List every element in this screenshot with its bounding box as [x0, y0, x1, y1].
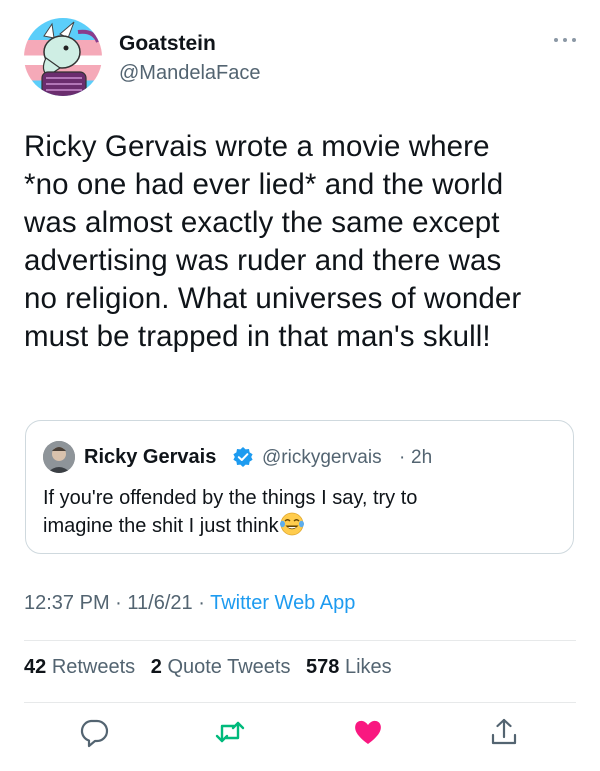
tweet-text-line: must be trapped in that man's skull!: [24, 320, 491, 353]
quoted-text-line: If you're offended by the things I say, …: [43, 487, 418, 509]
tweet-text-line: Ricky Gervais wrote a movie where: [24, 130, 490, 163]
quoted-text-line: imagine the shit I just think: [43, 515, 279, 537]
likes-count: 578: [306, 656, 340, 678]
likes-label: Likes: [344, 656, 392, 678]
separator-dot: ·: [399, 447, 406, 468]
face-with-tears-of-joy-icon: [279, 512, 305, 536]
quoted-author-avatar[interactable]: [43, 441, 75, 473]
divider: [24, 640, 576, 641]
tweet-meta: 12:37 PM · 11/6/21 · Twitter Web App: [24, 592, 355, 615]
quote-tweets-stat[interactable]: 2 Quote Tweets: [151, 656, 291, 678]
tweet-text-line: advertising was ruder and there was: [24, 244, 502, 277]
author-avatar[interactable]: [24, 18, 102, 96]
tweet-text-line: was almost exactly the same except: [24, 206, 500, 239]
likes-stat[interactable]: 578 Likes: [306, 656, 392, 678]
more-options-icon[interactable]: [550, 30, 580, 50]
tweet-time[interactable]: 12:37 PM: [24, 592, 110, 614]
share-icon[interactable]: [488, 716, 520, 748]
tweet-text-line: no religion. What universes of wonder: [24, 282, 522, 315]
tweet-actions-bar: [0, 712, 600, 756]
quoted-tweet-card[interactable]: Ricky Gervais @rickygervais · 2h If you'…: [25, 420, 574, 554]
quoted-tweet-text: If you're offended by the things I say, …: [43, 484, 553, 540]
retweets-stat[interactable]: 42 Retweets: [24, 656, 135, 678]
tweet-stats: 42 Retweets 2 Quote Tweets 578 Likes: [24, 656, 402, 679]
tweet-source-app[interactable]: Twitter Web App: [210, 592, 355, 614]
quoted-author-handle: @rickygervais: [262, 447, 382, 468]
tweet-header: Goatstein @MandelaFace: [24, 18, 584, 100]
retweets-count: 42: [24, 656, 47, 678]
divider: [24, 702, 576, 703]
tweet-text-line: *no one had ever lied* and the world: [24, 168, 504, 201]
tweet-date[interactable]: 11/6/21: [127, 592, 192, 614]
separator-dot: ·: [115, 592, 122, 614]
heart-icon[interactable]: [352, 716, 384, 748]
reply-icon[interactable]: [78, 716, 110, 748]
quoted-author-name[interactable]: Ricky Gervais: [84, 446, 216, 469]
retweets-label: Retweets: [51, 656, 136, 678]
author-handle[interactable]: @MandelaFace: [119, 62, 260, 85]
quote-tweets-label: Quote Tweets: [167, 656, 291, 678]
quoted-tweet-time[interactable]: 2h: [411, 447, 432, 469]
quoted-text-line-with-emoji: imagine the shit I just think: [43, 512, 553, 540]
author-display-name[interactable]: Goatstein: [119, 32, 216, 56]
separator-dot: ·: [198, 592, 205, 614]
verified-badge-icon: [232, 446, 254, 468]
tweet-text: Ricky Gervais wrote a movie where *no on…: [24, 128, 579, 356]
quote-tweets-count: 2: [150, 656, 162, 678]
retweet-icon[interactable]: [214, 716, 246, 748]
goat-avatar-illustration: [41, 21, 100, 96]
